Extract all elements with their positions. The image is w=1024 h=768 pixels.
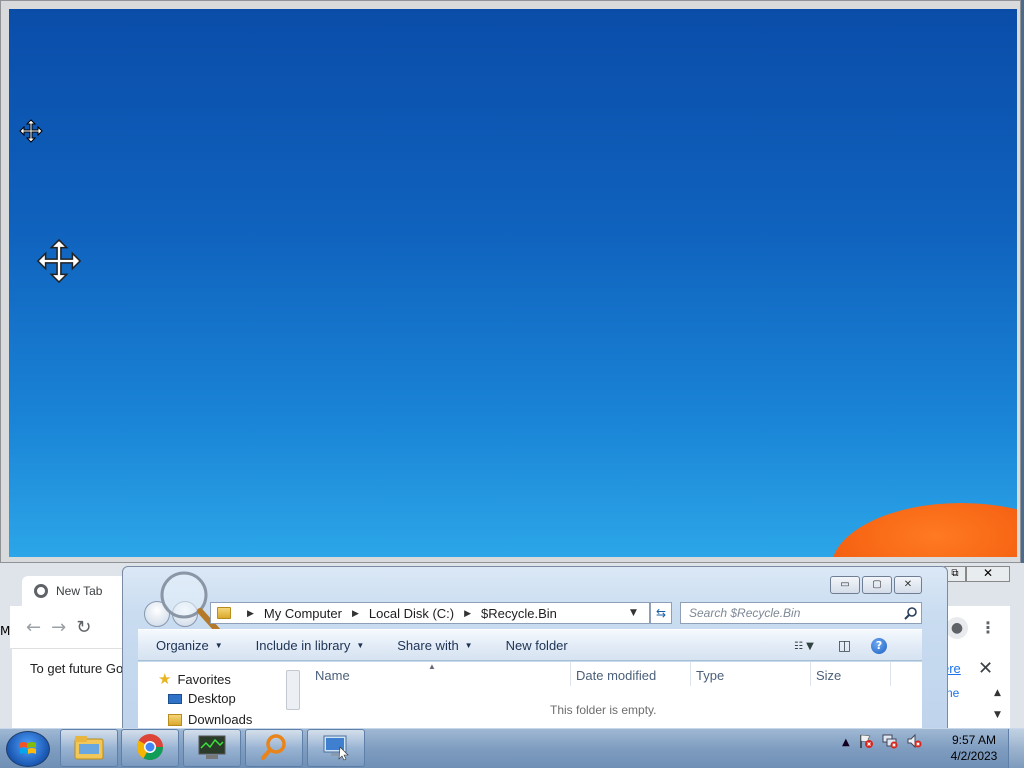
desktop-screen: M New Tab ← → ↻ To get future Go ⧉ ✕ ● ⋮…: [0, 0, 1024, 768]
profile-avatar-icon[interactable]: ●: [946, 617, 968, 639]
column-divider[interactable]: [890, 662, 891, 686]
clock-time: 9:57 AM: [951, 733, 997, 747]
preview-pane-icon[interactable]: ◫: [838, 638, 851, 654]
taskbar-file-explorer-button[interactable]: [60, 729, 118, 767]
minimize-button[interactable]: ▭: [830, 576, 860, 594]
nav-item-favorites[interactable]: ★ Favorites: [158, 670, 231, 688]
magnified-desktop-view: [9, 9, 1017, 557]
new-folder-label: New folder: [505, 637, 568, 653]
column-header-type[interactable]: Type: [696, 668, 724, 683]
reload-icon[interactable]: ↻: [76, 617, 91, 638]
chrome-edge-text: M: [0, 624, 10, 638]
nav-item-label: Favorites: [177, 671, 231, 687]
scroll-down-arrow-icon[interactable]: ▼: [994, 710, 1001, 720]
action-center-flag-icon[interactable]: [858, 733, 874, 752]
chrome-close-button[interactable]: ✕: [966, 566, 1010, 582]
system-tray: ▲: [842, 733, 922, 752]
nav-item-desktop[interactable]: Desktop: [168, 691, 236, 706]
search-icon[interactable]: [904, 606, 918, 623]
chrome-content-text: ne: [946, 686, 960, 700]
star-icon: ★: [158, 671, 172, 688]
empty-folder-message: This folder is empty.: [550, 703, 657, 717]
chrome-content-area: [12, 688, 130, 728]
network-icon[interactable]: [882, 733, 898, 752]
scroll-up-arrow-icon[interactable]: ▲: [994, 688, 1001, 698]
include-in-library-label: Include in library: [255, 637, 351, 653]
share-with-button[interactable]: Share with ▼: [379, 638, 487, 653]
include-in-library-button[interactable]: Include in library ▼: [238, 638, 380, 653]
show-desktop-button[interactable]: [1008, 729, 1024, 768]
column-header-date-modified[interactable]: Date modified: [576, 668, 656, 683]
column-divider[interactable]: [810, 662, 811, 686]
search-input[interactable]: Search $Recycle.Bin: [680, 602, 922, 624]
close-button[interactable]: ✕: [894, 576, 922, 594]
nav-item-downloads[interactable]: Downloads: [168, 712, 252, 727]
chrome-toolbar: ← → ↻: [10, 606, 130, 648]
nav-item-label: Desktop: [188, 691, 236, 706]
downloads-folder-icon: [168, 713, 182, 726]
help-icon[interactable]: ?: [871, 638, 888, 654]
folder-icon: [217, 607, 231, 619]
breadcrumb-local-disk[interactable]: Local Disk (C:): [369, 606, 454, 621]
chevron-down-icon: ▼: [214, 640, 223, 650]
chrome-tab-title: New Tab: [56, 584, 103, 598]
column-divider[interactable]: [570, 662, 571, 686]
file-list-pane[interactable]: ▲ Name Date modified Type Size This fold…: [300, 662, 922, 731]
nav-item-label: Downloads: [188, 712, 253, 727]
notice-close-icon[interactable]: ✕: [978, 658, 993, 679]
organize-button[interactable]: Organize ▼: [138, 638, 238, 653]
breadcrumb-arrow-icon[interactable]: ▶: [352, 608, 359, 619]
taskbar-clock[interactable]: 9:57 AM 4/2/2023: [946, 732, 1002, 764]
window-controls: ▭ ▢ ✕: [830, 576, 922, 594]
column-header-size[interactable]: Size: [816, 668, 841, 683]
new-folder-button[interactable]: New folder: [488, 638, 583, 653]
explorer-window[interactable]: ▭ ▢ ✕ ▶ My Computer ▶ Local Disk (C:) ▶ …: [122, 566, 948, 731]
chrome-app-icon: [135, 732, 165, 765]
move-cursor-icon-small: [19, 119, 43, 143]
view-controls: ☷ ▼ ◫ ?: [794, 638, 888, 654]
taskbar-task-manager-button[interactable]: [183, 729, 241, 767]
address-dropdown-icon[interactable]: ▼: [630, 608, 637, 618]
column-header-name[interactable]: Name: [315, 668, 350, 683]
wallpaper-orange-shape: [831, 503, 1017, 557]
task-manager-icon: [196, 733, 228, 764]
windows-logo-icon: [19, 741, 37, 757]
chrome-menu-icon[interactable]: ⋮: [980, 617, 996, 639]
sort-caret-icon: ▲: [428, 662, 436, 671]
chrome-logo-icon: [34, 584, 48, 598]
breadcrumb-recycle-bin[interactable]: $Recycle.Bin: [481, 606, 557, 621]
chrome-notice-bar: To get future Go: [12, 648, 130, 688]
magnifier-window[interactable]: [0, 0, 1021, 563]
breadcrumb-arrow-icon[interactable]: ▶: [464, 608, 471, 619]
file-explorer-icon: [73, 733, 105, 764]
magnifier-app-icon: [259, 732, 289, 765]
breadcrumb-arrow-icon: ▶: [247, 607, 254, 618]
show-hidden-icons-caret-icon[interactable]: ▲: [842, 737, 850, 748]
column-divider[interactable]: [690, 662, 691, 686]
forward-arrow-icon[interactable]: →: [51, 617, 66, 638]
move-cursor-icon-large: [36, 238, 82, 284]
navigation-pane: ★ Favorites Desktop Downloads: [138, 662, 300, 731]
taskbar-magnifier-button[interactable]: [245, 729, 303, 767]
refresh-button[interactable]: ⇆: [650, 602, 672, 624]
chevron-down-icon: ▼: [464, 640, 473, 650]
volume-muted-icon[interactable]: [906, 733, 922, 752]
chevron-down-icon: ▼: [356, 640, 365, 650]
taskbar-chrome-button[interactable]: [121, 729, 179, 767]
breadcrumb-my-computer[interactable]: My Computer: [264, 606, 342, 621]
share-with-label: Share with: [397, 637, 459, 653]
nav-pane-scrollbar[interactable]: [286, 670, 300, 710]
clock-date: 4/2/2023: [950, 749, 998, 763]
desktop-icon: [168, 693, 182, 704]
remote-desktop-icon: [320, 733, 352, 764]
change-view-icon[interactable]: ☷ ▼: [794, 641, 814, 652]
address-bar[interactable]: ▶ My Computer ▶ Local Disk (C:) ▶ $Recyc…: [210, 602, 650, 624]
taskbar-remote-desktop-button[interactable]: [307, 729, 365, 767]
organize-label: Organize: [156, 637, 209, 653]
back-arrow-icon[interactable]: ←: [26, 617, 41, 638]
chrome-tab-new-tab[interactable]: New Tab: [22, 576, 126, 606]
maximize-button[interactable]: ▢: [862, 576, 892, 594]
